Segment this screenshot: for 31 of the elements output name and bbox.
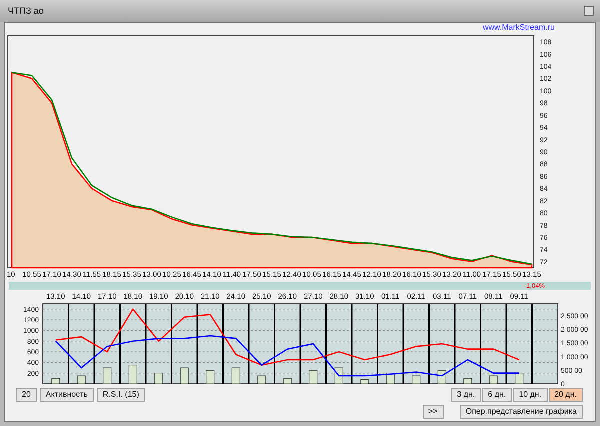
volume-bar bbox=[232, 368, 240, 384]
volume-bar bbox=[489, 376, 498, 384]
period-button[interactable]: 3 дн. bbox=[451, 388, 482, 402]
volume-bar bbox=[464, 378, 472, 384]
volume-bar bbox=[334, 368, 344, 384]
period-button[interactable]: 10 дн. bbox=[513, 388, 548, 402]
volume-bar bbox=[515, 373, 524, 384]
volume-bar bbox=[77, 376, 86, 384]
volume-bar bbox=[438, 370, 446, 384]
volume-bar bbox=[258, 376, 266, 384]
volume-bar bbox=[103, 368, 112, 384]
period-button[interactable]: 20 дн. bbox=[548, 388, 583, 402]
volume-bar bbox=[180, 368, 189, 384]
volume-bar bbox=[360, 379, 370, 384]
volume-bar bbox=[206, 370, 215, 384]
site-link[interactable]: www.MarkStream.ru bbox=[482, 23, 555, 34]
volume-bar bbox=[52, 378, 60, 384]
mode-button[interactable]: Опер.представление графика bbox=[460, 405, 583, 419]
tool-button[interactable]: 20 bbox=[16, 388, 37, 402]
volume-bar bbox=[386, 373, 395, 384]
volume-bar bbox=[309, 370, 318, 384]
volume-bar bbox=[154, 373, 164, 384]
close-icon[interactable] bbox=[584, 6, 594, 16]
volume-bar bbox=[412, 376, 421, 384]
volume-bar bbox=[128, 365, 138, 384]
period-button[interactable]: 6 дн. bbox=[482, 388, 512, 402]
tool-button[interactable]: R.S.I. (15) bbox=[96, 388, 146, 402]
window-title: ЧТПЗ ао bbox=[8, 6, 44, 16]
scroll-button[interactable]: >> bbox=[422, 405, 444, 419]
tool-button[interactable]: Активность bbox=[40, 388, 94, 402]
volume-bar bbox=[283, 378, 292, 384]
